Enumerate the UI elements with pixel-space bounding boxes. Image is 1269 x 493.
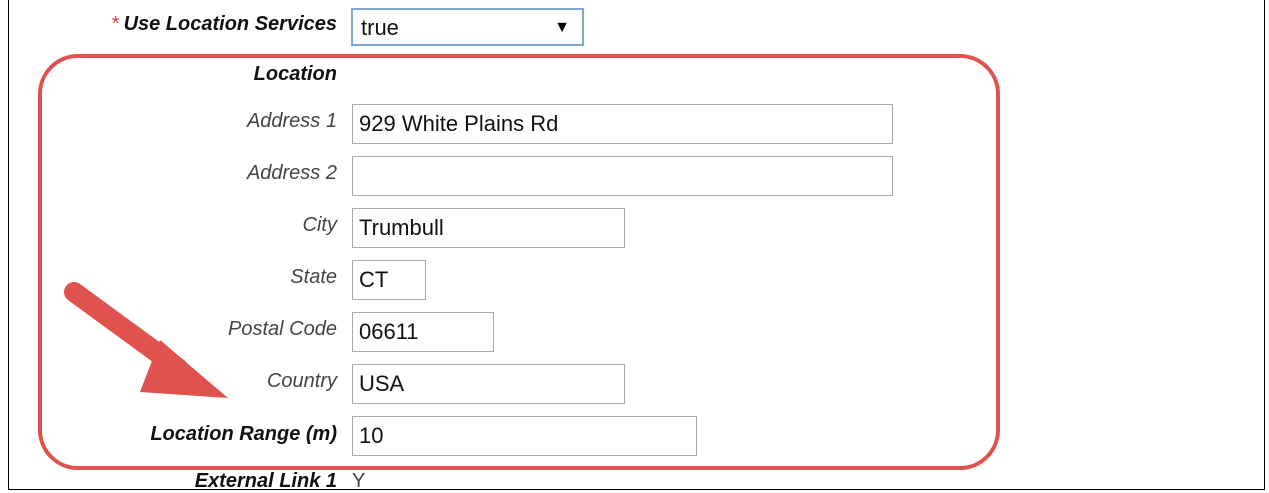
select-value: true: [361, 15, 399, 40]
city-label: City: [302, 214, 337, 236]
state-input[interactable]: CT: [352, 260, 426, 300]
address1-label: Address 1: [246, 110, 337, 132]
external-link-value: Y: [352, 470, 366, 492]
use-location-services-label: * Use Location Services: [111, 13, 337, 35]
callout-arrow-icon: [64, 282, 228, 398]
location-range-input[interactable]: 10: [352, 416, 697, 456]
address2-label: Address 2: [246, 162, 337, 184]
state-label: State: [290, 266, 337, 288]
location-range-label: Location Range (m): [150, 423, 337, 445]
location-section-header: Location: [253, 63, 337, 85]
address2-input[interactable]: [352, 156, 893, 196]
external-link-label: External Link 1: [194, 470, 337, 492]
required-mark: *: [111, 13, 120, 35]
address1-input[interactable]: 929 White Plains Rd: [352, 104, 893, 144]
postal-code-label: Postal Code: [228, 318, 337, 340]
caret-down-icon: ▼: [554, 19, 570, 36]
city-input[interactable]: Trumbull: [352, 208, 625, 248]
postal-code-input[interactable]: 06611: [352, 312, 494, 352]
use-location-services-select[interactable]: true ▼: [351, 8, 584, 46]
country-label: Country: [266, 370, 337, 392]
country-input[interactable]: USA: [352, 364, 625, 404]
